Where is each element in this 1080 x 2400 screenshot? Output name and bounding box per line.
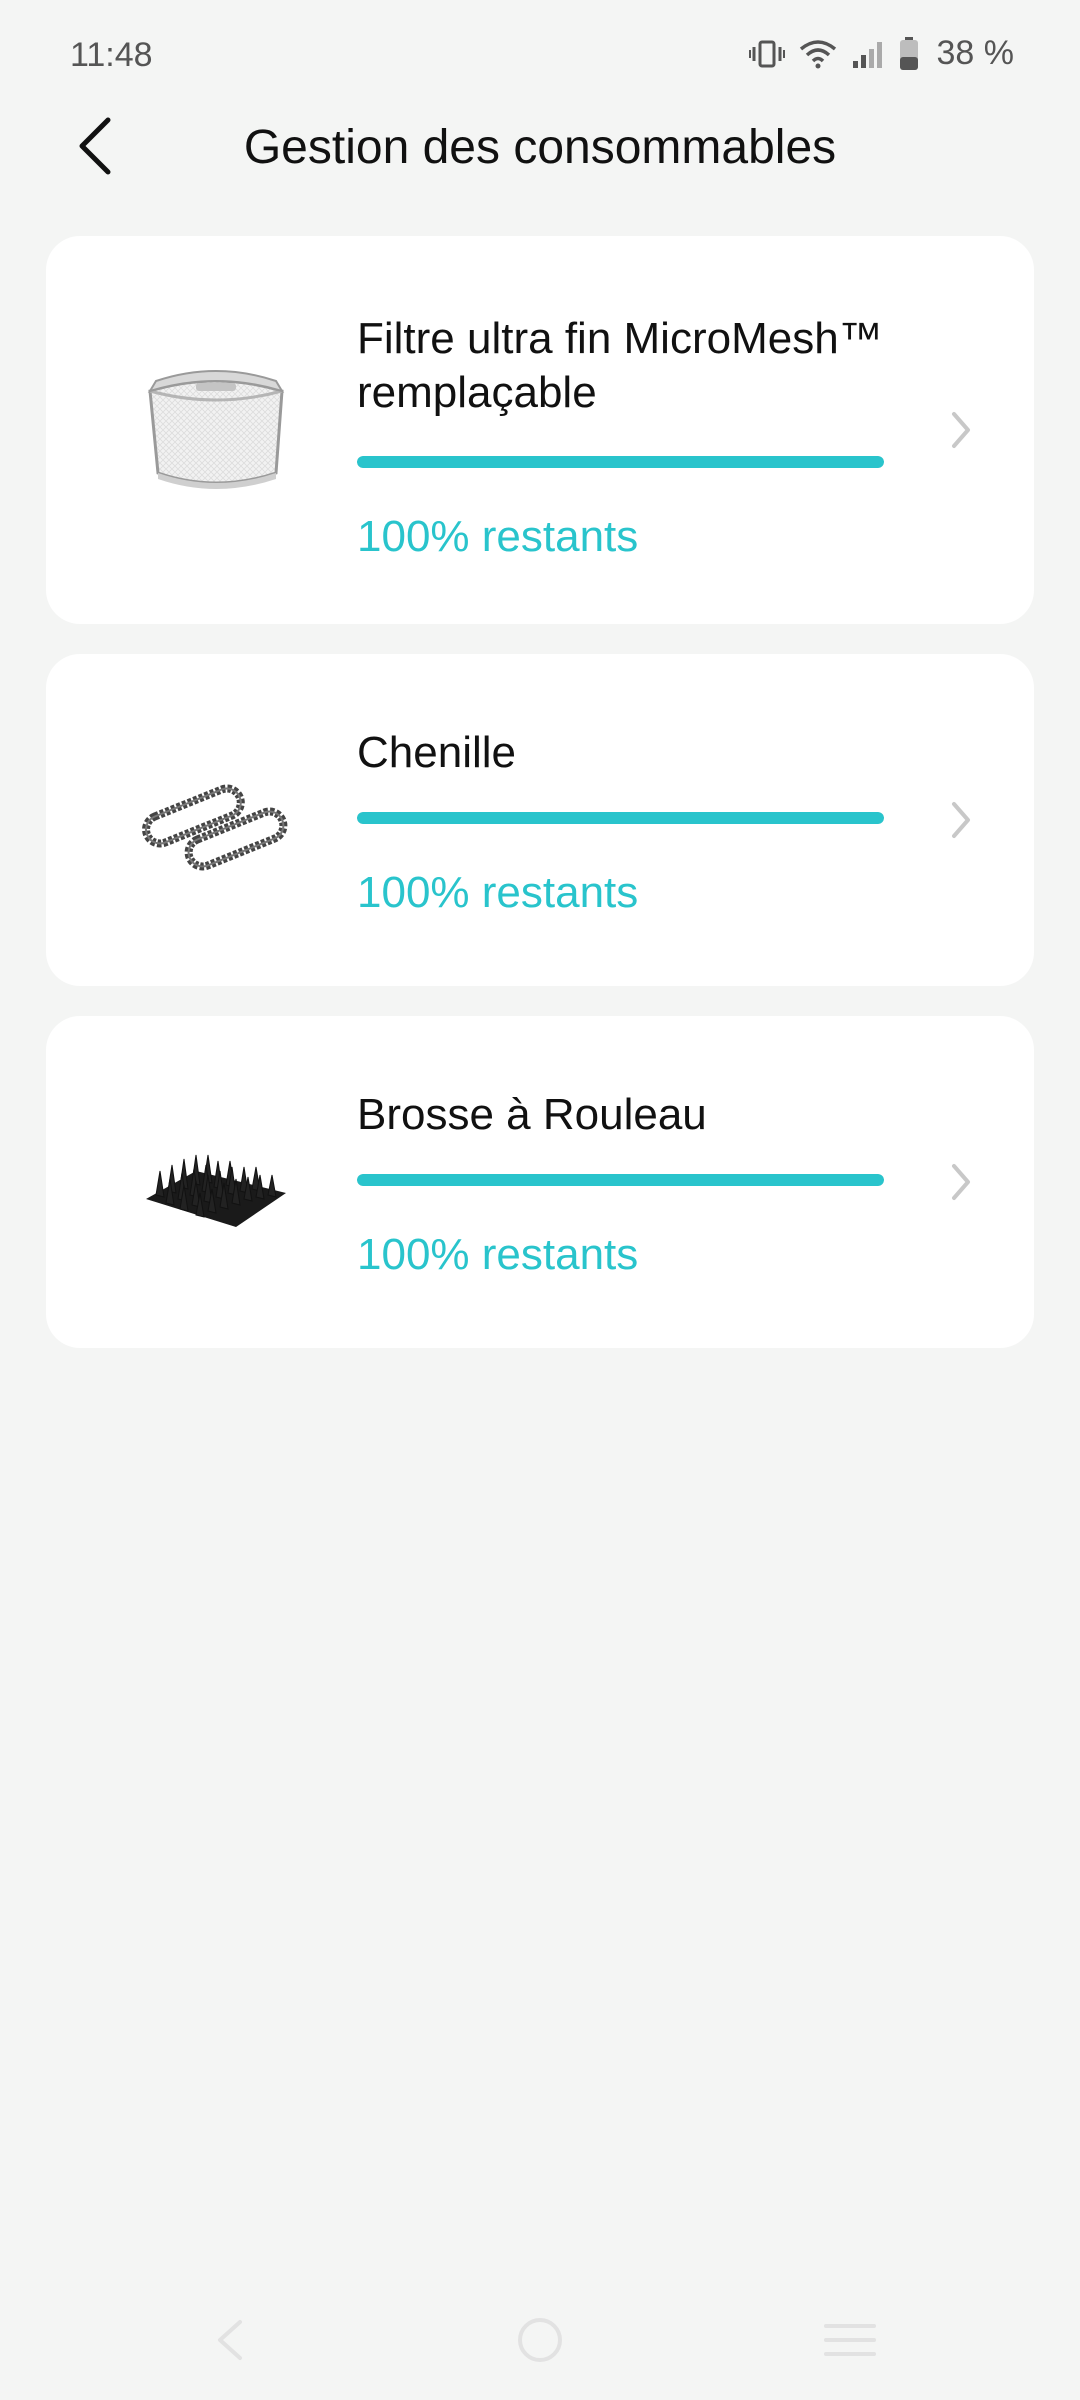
roller-brush-image	[116, 1086, 316, 1286]
signal-icon	[851, 39, 885, 69]
vibrate-icon	[748, 39, 785, 69]
chevron-right-icon	[946, 797, 976, 843]
remaining-progress-bar	[357, 1174, 884, 1186]
consumable-title: Filtre ultra fin MicroMesh™ remplaçable	[357, 314, 883, 417]
progress-fill	[357, 456, 884, 468]
progress-fill	[357, 812, 884, 824]
remaining-progress-bar	[357, 812, 884, 824]
card-content: Chenille 100% restants	[357, 726, 887, 918]
nav-back-icon[interactable]	[200, 2310, 260, 2370]
consumable-card-brush[interactable]: Brosse à Rouleau 100% restants	[46, 1016, 1034, 1348]
card-content: Filtre ultra fin MicroMesh™ remplaçable …	[357, 312, 887, 562]
consumables-list: Filtre ultra fin MicroMesh™ remplaçable …	[46, 236, 1034, 1378]
progress-fill	[357, 1174, 884, 1186]
status-bar: 11:48 38 %	[0, 0, 1080, 110]
nav-menu-icon[interactable]	[820, 2310, 880, 2370]
chevron-right-icon	[946, 407, 976, 453]
system-nav-bar	[0, 2280, 1080, 2400]
page-title: Gestion des consommables	[243, 121, 837, 174]
remaining-status: 100% restants	[357, 1230, 639, 1279]
card-content: Brosse à Rouleau 100% restants	[357, 1088, 887, 1280]
battery-icon	[899, 36, 919, 71]
status-icons: 38 %	[748, 34, 1015, 73]
remaining-status: 100% restants	[357, 868, 639, 917]
track-belt-image	[116, 724, 316, 924]
chevron-right-icon	[946, 1159, 976, 1205]
consumable-title: Brosse à Rouleau	[357, 1090, 707, 1139]
remaining-progress-bar	[357, 456, 884, 468]
consumable-card-track[interactable]: Chenille 100% restants	[46, 654, 1034, 986]
battery-percent: 38 %	[936, 34, 1015, 72]
consumable-card-filter[interactable]: Filtre ultra fin MicroMesh™ remplaçable …	[46, 236, 1034, 624]
nav-home-icon[interactable]	[510, 2310, 570, 2370]
header: Gestion des consommables	[0, 100, 1080, 196]
remaining-status: 100% restants	[357, 512, 639, 561]
consumable-title: Chenille	[357, 728, 516, 777]
status-time: 11:48	[70, 36, 153, 74]
filter-image	[116, 336, 316, 536]
wifi-icon	[799, 39, 837, 69]
